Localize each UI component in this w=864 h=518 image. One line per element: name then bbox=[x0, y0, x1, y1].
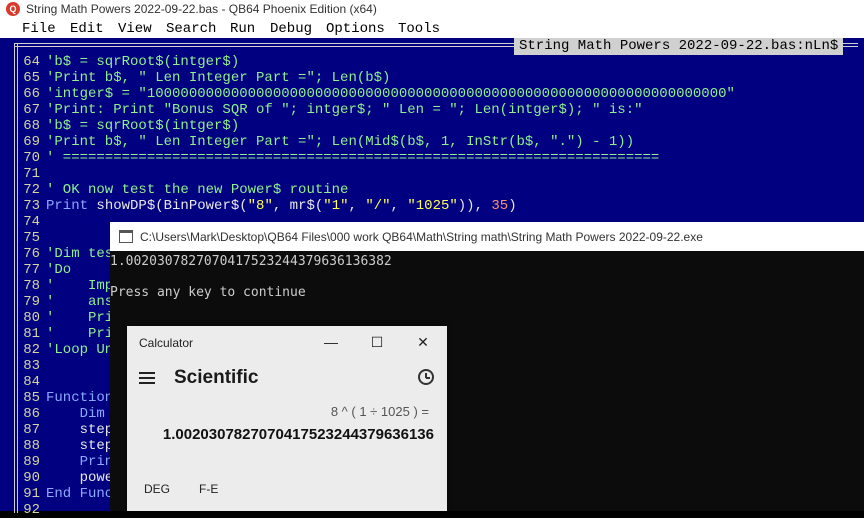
code-text: ' ans bbox=[46, 294, 114, 310]
menu-options[interactable]: Options bbox=[326, 21, 385, 37]
console-output-line: 1.0020307827070417523244379636136382 bbox=[110, 254, 392, 269]
code-text: ' Pri bbox=[46, 310, 114, 326]
close-button[interactable]: ✕ bbox=[411, 332, 435, 352]
deg-button[interactable]: DEG bbox=[144, 482, 170, 496]
code-text-73: Print showDP$(BinPower$("8", mr$("1", "/… bbox=[46, 198, 517, 214]
code-text: 'b$ = sqrRoot$(intger$) bbox=[46, 118, 240, 134]
code-text: 'Print: Print "Bonus SQR of "; intger$; … bbox=[46, 102, 643, 118]
line-number: 88 bbox=[23, 438, 40, 454]
string-token: "1025" bbox=[407, 198, 458, 214]
qb64-window-title: String Math Powers 2022-09-22.bas - QB64… bbox=[26, 2, 377, 16]
menu-tools[interactable]: Tools bbox=[398, 21, 440, 37]
string-token: "/" bbox=[365, 198, 391, 214]
code-text: Function bbox=[46, 390, 114, 406]
line-number: 78 bbox=[23, 278, 40, 294]
code-text: 'Loop Un bbox=[46, 342, 114, 358]
string-token: "1" bbox=[323, 198, 349, 214]
calculator-title: Calculator bbox=[139, 336, 194, 350]
hamburger-menu-icon[interactable] bbox=[139, 372, 155, 384]
qb64-title-bar[interactable]: Q String Math Powers 2022-09-22.bas - QB… bbox=[0, 0, 864, 19]
keyword-token: Print bbox=[46, 198, 89, 214]
code-text: End Func bbox=[46, 486, 114, 502]
code-text: Prin bbox=[46, 454, 114, 470]
line-number: 91 bbox=[23, 486, 40, 502]
history-icon[interactable] bbox=[418, 369, 434, 385]
line-number: 72 bbox=[23, 182, 40, 198]
menu-file[interactable]: File bbox=[22, 21, 56, 37]
code-text: 'Print b$, " Len Integer Part ="; Len(b$… bbox=[46, 70, 391, 86]
line-number: 66 bbox=[23, 86, 40, 102]
calculator-mode-title: Scientific bbox=[174, 367, 259, 388]
minimize-button[interactable]: — bbox=[319, 332, 343, 352]
line-number: 87 bbox=[23, 422, 40, 438]
qb64-app-icon: Q bbox=[6, 2, 20, 16]
calculator-result: 1.0020307827070417523244379636136 bbox=[162, 426, 434, 443]
line-number: 64 bbox=[23, 54, 40, 70]
line-number: 82 bbox=[23, 342, 40, 358]
menu-view[interactable]: View bbox=[118, 21, 152, 37]
line-number: 76 bbox=[23, 246, 40, 262]
code-text: 'Print b$, " Len Integer Part ="; Len(Mi… bbox=[46, 134, 635, 150]
code-text: step bbox=[46, 438, 114, 454]
code-text: powe bbox=[46, 470, 114, 486]
line-number: 90 bbox=[23, 470, 40, 486]
line-number: 85 bbox=[23, 390, 40, 406]
editor-file-tab: String Math Powers 2022-09-22.bas:nLn$ bbox=[514, 38, 844, 55]
menu-edit[interactable]: Edit bbox=[70, 21, 104, 37]
code-text: ' Pri bbox=[46, 326, 114, 342]
code-token: )), bbox=[457, 198, 492, 214]
code-text: 'intger$ = "1000000000000000000000000000… bbox=[46, 86, 735, 102]
code-token: ) bbox=[508, 198, 517, 214]
number-token: 35 bbox=[491, 198, 509, 214]
code-token: , bbox=[348, 198, 366, 214]
menu-run[interactable]: Run bbox=[230, 21, 255, 37]
line-number: 80 bbox=[23, 310, 40, 326]
code-text: Dim bbox=[46, 406, 105, 422]
code-text: step bbox=[46, 422, 114, 438]
code-text: ' Imp bbox=[46, 278, 114, 294]
menu-debug[interactable]: Debug bbox=[270, 21, 312, 37]
fe-button[interactable]: F-E bbox=[199, 482, 218, 496]
code-token: , mr$( bbox=[272, 198, 324, 214]
menu-search[interactable]: Search bbox=[166, 21, 216, 37]
string-token: "8" bbox=[247, 198, 273, 214]
line-number: 65 bbox=[23, 70, 40, 86]
console-prompt: Press any key to continue bbox=[110, 285, 306, 300]
code-text: 'b$ = sqrRoot$(intger$) bbox=[46, 54, 240, 70]
calculator-expression: 8 ^ ( 1 ÷ 1025 ) = bbox=[330, 404, 429, 419]
line-number: 81 bbox=[23, 326, 40, 342]
line-number: 71 bbox=[23, 166, 40, 182]
line-number: 86 bbox=[23, 406, 40, 422]
console-window-icon bbox=[119, 230, 133, 243]
console-title-bar[interactable]: C:\Users\Mark\Desktop\QB64 Files\000 wor… bbox=[110, 222, 864, 251]
code-text: 'Dim tes bbox=[46, 246, 114, 262]
line-number: 69 bbox=[23, 134, 40, 150]
line-number: 83 bbox=[23, 358, 40, 374]
code-text: ' ======================================… bbox=[46, 150, 660, 166]
code-token: , bbox=[390, 198, 408, 214]
line-number: 73 bbox=[23, 198, 40, 214]
code-token: showDP$(BinPower$( bbox=[88, 198, 248, 214]
calculator-window[interactable]: Calculator — ☐ ✕ Scientific 8 ^ ( 1 ÷ 10… bbox=[127, 326, 447, 511]
line-number: 89 bbox=[23, 454, 40, 470]
line-number: 70 bbox=[23, 150, 40, 166]
line-number: 79 bbox=[23, 294, 40, 310]
line-number: 75 bbox=[23, 230, 40, 246]
line-number: 77 bbox=[23, 262, 40, 278]
line-number: 84 bbox=[23, 374, 40, 390]
maximize-button[interactable]: ☐ bbox=[365, 332, 389, 352]
code-text: ' OK now test the new Power$ routine bbox=[46, 182, 349, 198]
qb64-menu-bar: File Edit View Search Run Debug Options … bbox=[0, 19, 864, 38]
code-text: 'Do bbox=[46, 262, 72, 278]
line-number: 74 bbox=[23, 214, 40, 230]
console-title: C:\Users\Mark\Desktop\QB64 Files\000 wor… bbox=[140, 230, 703, 244]
line-number: 92 bbox=[23, 502, 40, 518]
line-number: 68 bbox=[23, 118, 40, 134]
line-number: 67 bbox=[23, 102, 40, 118]
